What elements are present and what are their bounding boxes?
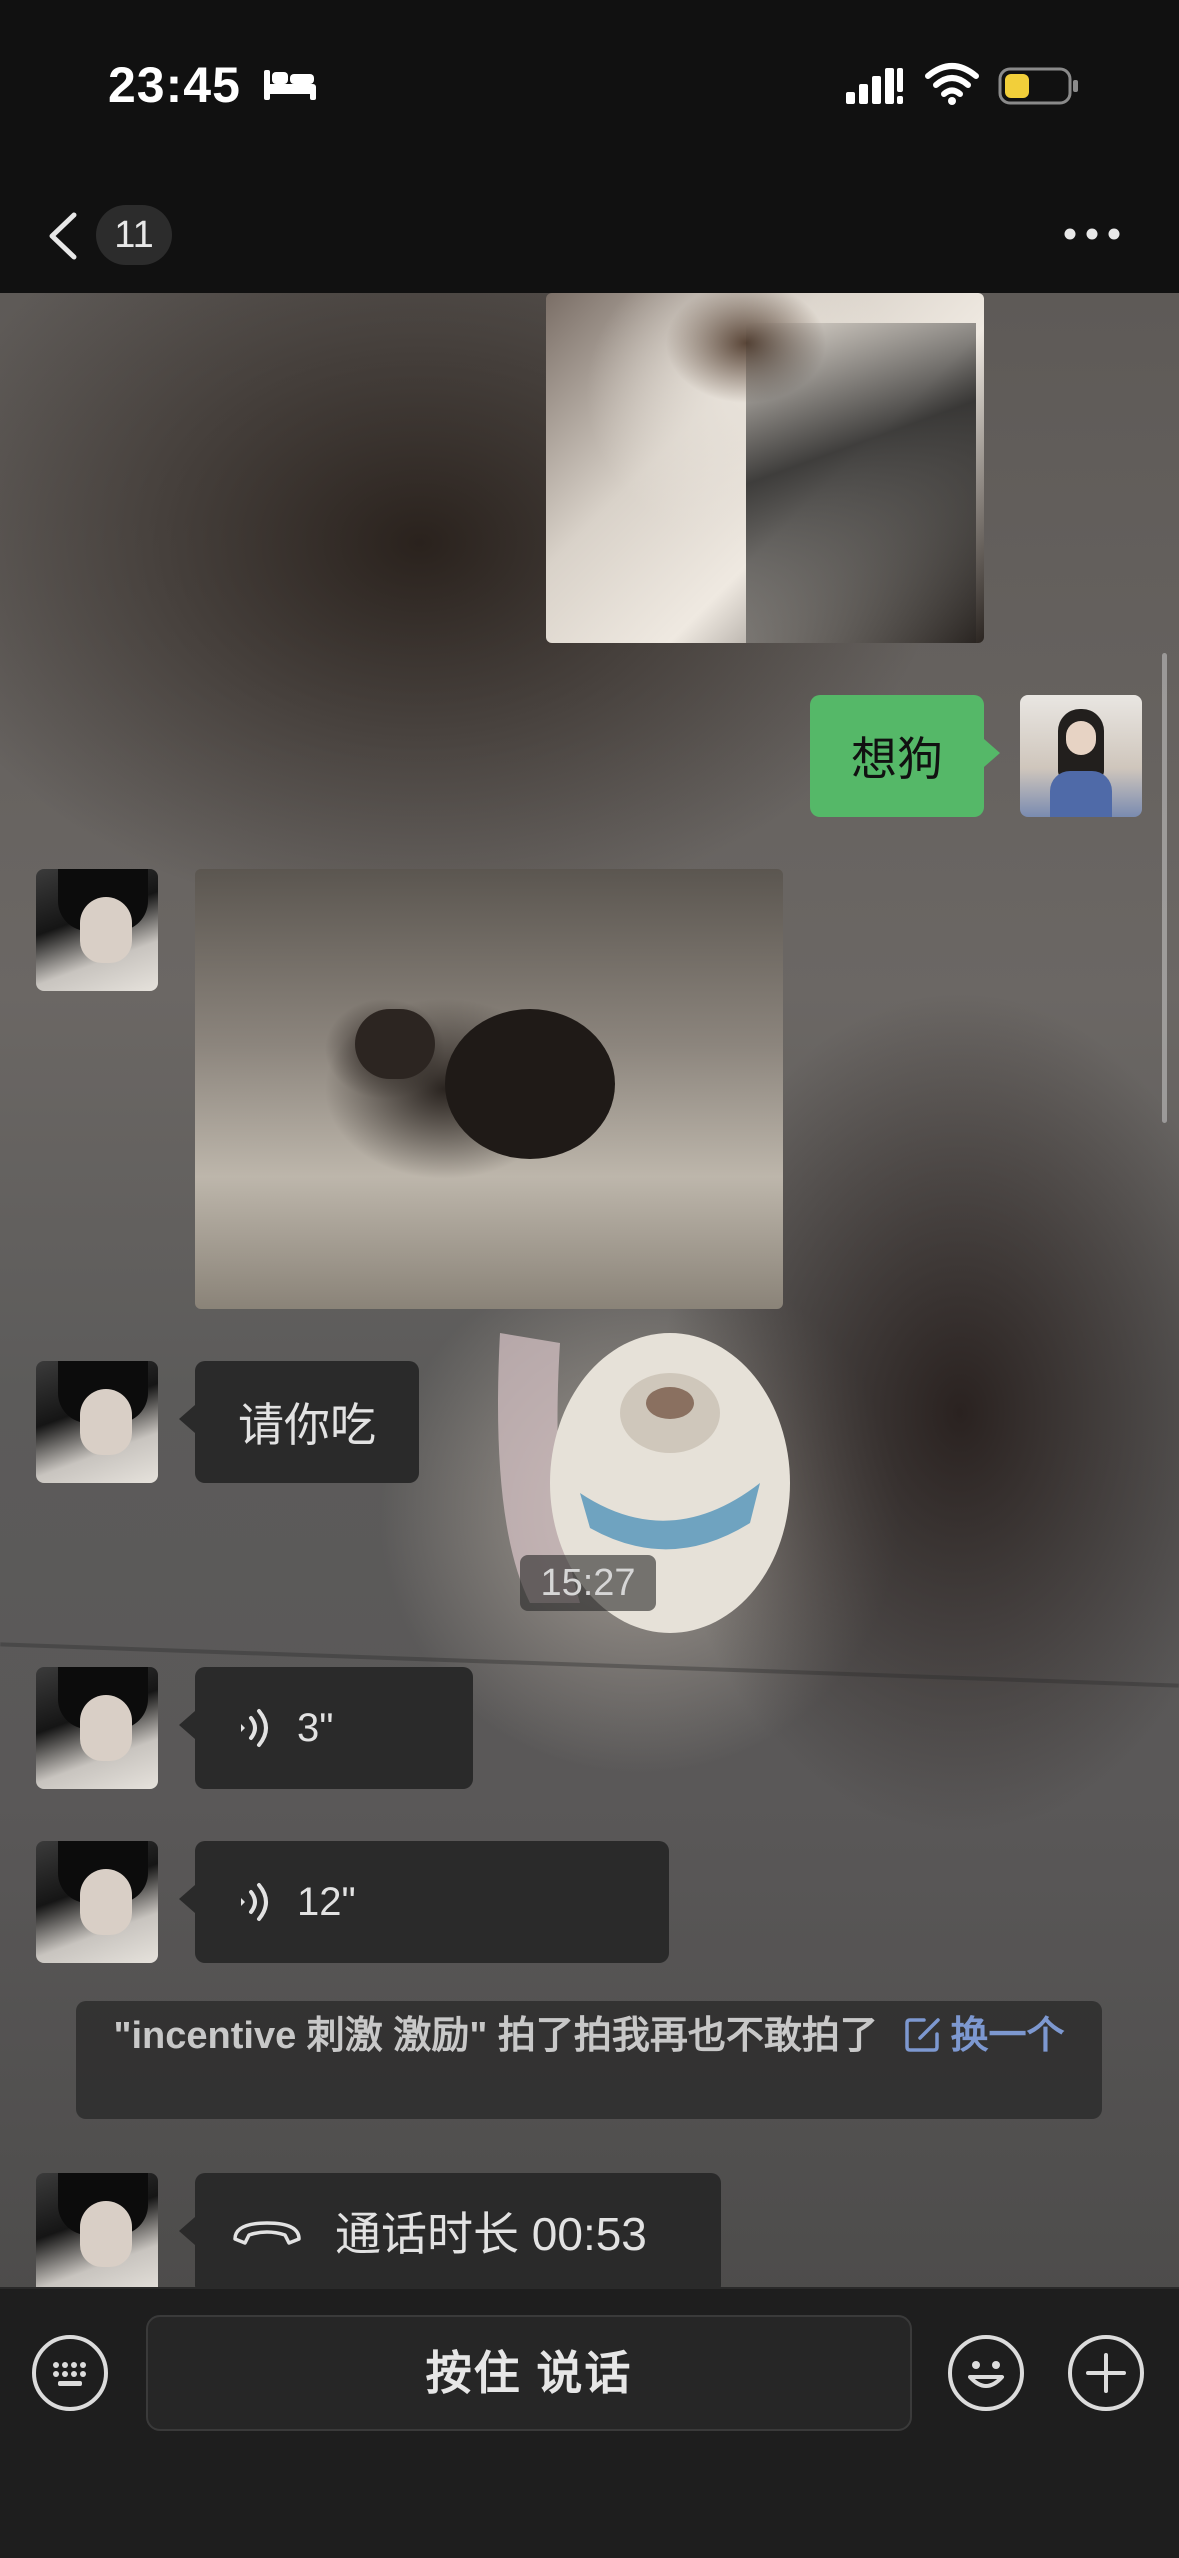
contact-avatar[interactable] (36, 2173, 158, 2293)
background-floor-line (0, 1642, 1179, 1688)
bed-icon (264, 70, 316, 100)
keyboard-icon (53, 2362, 86, 2386)
back-button[interactable]: 11 (44, 199, 178, 269)
message-text: 请你吃 (238, 1399, 376, 1451)
image-message-cat-on-bed[interactable] (195, 869, 783, 1309)
pat-system-notice: "incentive 刺激 激励" 拍了拍我再也不敢拍了 换一个 (76, 2001, 1102, 2119)
self-avatar[interactable] (1020, 695, 1142, 817)
chat-header: 11 (0, 175, 1179, 295)
phone-hangup-icon (233, 2221, 301, 2245)
status-bar: 23:45 (0, 0, 1179, 175)
contact-avatar[interactable] (36, 1667, 158, 1789)
voice-message-bubble[interactable]: 3" (179, 1667, 473, 1789)
edit-icon[interactable] (904, 2016, 942, 2052)
voice-duration: 3" (297, 1706, 334, 1750)
message-timestamp: 15:27 (520, 1555, 656, 1611)
call-record-bubble[interactable]: 通话时长 00:53 (179, 2173, 721, 2293)
hold-to-talk-button[interactable]: 按住 说话 (146, 2315, 912, 2431)
unread-count-badge: 11 (96, 205, 172, 265)
voice-wave-icon (241, 1709, 268, 1747)
wifi-icon (925, 63, 979, 105)
change-pat-link[interactable]: 换一个 (950, 2015, 1064, 2057)
message-text: 想狗 (851, 733, 943, 785)
voice-message-bubble[interactable]: 12" (179, 1841, 669, 1963)
pat-notice-text: "incentive 刺激 激励" 拍了拍我再也不敢拍了 (113, 2015, 878, 2057)
scroll-indicator (1162, 653, 1167, 1123)
voice-wave-icon (241, 1883, 268, 1921)
message-input-bar: 按住 说话 (0, 2287, 1179, 2558)
keyboard-toggle-button[interactable] (32, 2335, 108, 2411)
cellular-signal-icon (846, 68, 903, 104)
emoji-icon (968, 2361, 1004, 2388)
chat-message-list[interactable]: 想狗 请你吃 15:27 3" 12" "incentive 刺激 激励" 拍了… (0, 293, 1179, 2293)
status-time: 23:45 (108, 57, 241, 113)
contact-avatar[interactable] (36, 1841, 158, 1963)
contact-avatar[interactable] (36, 869, 158, 991)
contact-avatar[interactable] (36, 1361, 158, 1483)
contact-text-bubble[interactable]: 请你吃 (179, 1361, 419, 1483)
plus-icon (1086, 2353, 1126, 2393)
back-chevron-icon (49, 212, 77, 260)
emoji-button[interactable] (948, 2335, 1024, 2411)
more-dots-icon[interactable] (1062, 219, 1122, 249)
battery-icon (998, 67, 1078, 105)
self-text-bubble[interactable]: 想狗 (810, 695, 1000, 817)
more-functions-button[interactable] (1068, 2335, 1144, 2411)
voice-duration: 12" (297, 1880, 356, 1924)
call-duration-text: 通话时长 00:53 (335, 2208, 647, 2260)
image-message-cat-photo[interactable] (546, 293, 984, 643)
